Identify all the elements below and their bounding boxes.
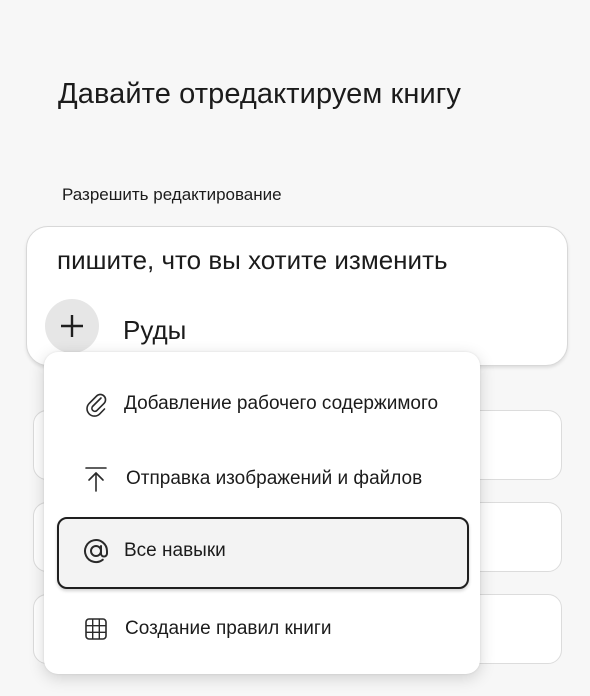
menu-item-label: Все навыки (124, 540, 226, 561)
menu-item-all-skills[interactable]: Все навыки (44, 515, 480, 589)
menu-item-label: Создание правил книги (125, 618, 332, 639)
menu-item-add-work-content[interactable]: Добавление рабочего содержимого (44, 374, 480, 434)
menu-item-create-rules[interactable]: Создание правил книги (44, 599, 480, 659)
mention-text[interactable]: Руды (123, 315, 186, 346)
at-sign-icon (82, 537, 110, 565)
menu-item-upload-files[interactable]: Отправка изображений и файлов (44, 449, 480, 509)
context-menu: Добавление рабочего содержимого Отправка… (44, 352, 480, 674)
upload-icon (82, 465, 110, 493)
table-grid-icon (82, 615, 110, 643)
add-button[interactable] (45, 299, 99, 353)
plus-icon (61, 315, 83, 337)
selection-highlight (57, 517, 469, 589)
paperclip-icon (82, 390, 110, 418)
prompt-text[interactable]: пишите, что вы хотите изменить (57, 245, 448, 276)
menu-item-label: Добавление рабочего содержимого (124, 393, 439, 414)
menu-item-label: Отправка изображений и файлов (126, 468, 423, 489)
section-label: Разрешить редактирование (62, 185, 282, 204)
prompt-input-card[interactable]: пишите, что вы хотите изменить Руды (26, 226, 568, 366)
page-title: Давайте отредактируем книгу (58, 78, 462, 110)
